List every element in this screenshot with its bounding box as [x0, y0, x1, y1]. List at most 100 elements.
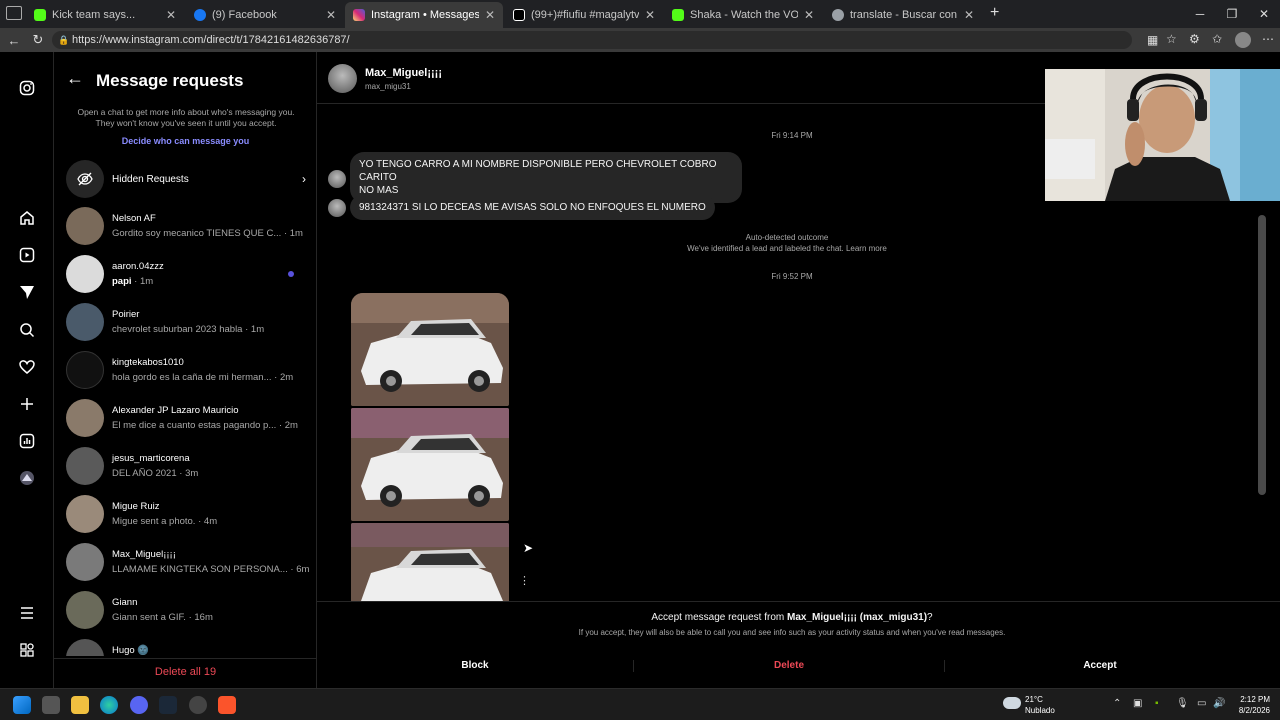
back-arrow-icon[interactable]: ←	[66, 68, 84, 89]
request-item[interactable]: Migue Ruiz Migue sent a photo. · 4m	[66, 492, 306, 536]
chat-scrollbar[interactable]	[1258, 215, 1266, 495]
request-item[interactable]: jesus_marticorena DEL AÑO 2021 · 3m	[66, 444, 306, 488]
chat-name[interactable]: Max_Miguel¡¡¡¡	[365, 67, 442, 79]
request-name: Hugo 🌚	[112, 645, 150, 656]
clock[interactable]: 2:12 PM 8/2/2026	[1230, 694, 1270, 716]
nvidia-icon[interactable]: ▪	[1155, 698, 1159, 709]
accept-button[interactable]: Accept	[945, 654, 1255, 678]
message-requests-panel: ← Message requests Open a chat to get mo…	[54, 52, 317, 688]
request-item[interactable]: Alexander JP Lazaro Mauricio El me dice …	[66, 396, 306, 440]
photo-message[interactable]	[351, 523, 509, 601]
extensions-icon[interactable]: ⚙	[1189, 32, 1200, 46]
lock-icon: 🔒	[58, 35, 70, 45]
close-window-icon[interactable]: ✕	[1248, 0, 1280, 28]
profile-avatar[interactable]	[1235, 32, 1251, 48]
tab-facebook[interactable]: (9) Facebook ✕	[186, 2, 344, 28]
menu-icon[interactable]	[17, 603, 37, 623]
tab-tiktok[interactable]: (99+)#fiufiu #magalytvlafirme #k ✕	[505, 2, 663, 28]
tiktok-favicon-icon	[513, 9, 525, 21]
steam-icon[interactable]	[159, 696, 177, 714]
tab-instagram[interactable]: Instagram • Messages ✕	[345, 2, 503, 28]
close-tab-icon[interactable]: ✕	[645, 8, 655, 22]
chevron-up-icon[interactable]: ⌃	[1113, 698, 1121, 709]
avatar[interactable]	[328, 64, 357, 93]
close-tab-icon[interactable]: ✕	[485, 8, 495, 22]
discord-icon[interactable]	[130, 696, 148, 714]
more-options-icon[interactable]: ⋯	[1262, 32, 1274, 46]
photo-message[interactable]	[351, 408, 509, 521]
close-tab-icon[interactable]: ✕	[166, 8, 176, 22]
tab-google[interactable]: translate - Buscar con Google ✕	[824, 2, 982, 28]
chat-username: max_migu31	[365, 82, 411, 91]
task-view-icon[interactable]	[42, 696, 60, 714]
decide-who-can-message-link[interactable]: Decide who can message you	[54, 136, 317, 146]
favorites-icon[interactable]: ✩	[1212, 32, 1222, 46]
file-explorer-icon[interactable]	[71, 696, 89, 714]
windows-taskbar: 21°C Nublado ⌃ ▣ ▪ 🎙 ▭ 🔊 2:12 PM 8/2/202…	[0, 688, 1280, 720]
request-item[interactable]: Poirier chevrolet suburban 2023 habla · …	[66, 300, 306, 344]
request-name: Nelson AF	[112, 213, 156, 224]
heart-icon[interactable]	[17, 357, 37, 377]
microphone-icon[interactable]: 🎙	[1176, 698, 1189, 709]
block-button[interactable]: Block	[317, 654, 633, 678]
instagram-logo-icon[interactable]	[17, 78, 37, 98]
delete-button[interactable]: Delete	[634, 654, 944, 678]
minimize-icon[interactable]: ─	[1184, 0, 1216, 28]
split-screen-icon[interactable]: ▦	[1147, 33, 1158, 47]
network-icon[interactable]: ▭	[1197, 698, 1206, 709]
request-preview: LLAMAME KINGTEKA SON PERSONA... · 6m	[112, 564, 310, 575]
create-icon[interactable]	[17, 394, 37, 414]
tray-app-icon[interactable]: ▣	[1133, 698, 1142, 709]
avatar	[66, 351, 104, 389]
request-preview: Gordito soy mecanico TIENES QUE C... · 1…	[112, 228, 303, 239]
back-icon[interactable]: ←	[2, 33, 26, 48]
request-item[interactable]: Hugo 🌚	[66, 636, 306, 656]
refresh-icon[interactable]: ↻	[26, 32, 50, 48]
page-title: Message requests	[96, 71, 244, 90]
auto-detected-title: Auto-detected outcome	[745, 233, 829, 242]
photo-message[interactable]	[351, 293, 509, 406]
tab-actions-icon[interactable]	[6, 6, 22, 20]
request-item[interactable]: aaron.04zzz papi · 1m	[66, 252, 306, 296]
delete-all-button[interactable]: Delete all 19	[54, 658, 317, 688]
request-name: aaron.04zzz	[112, 261, 164, 272]
new-tab-button[interactable]: +	[990, 4, 999, 22]
request-item[interactable]: Max_Miguel¡¡¡¡ LLAMAME KINGTEKA SON PERS…	[66, 540, 310, 584]
kick-favicon-icon	[34, 9, 46, 21]
tab-kick[interactable]: Kick team says... ✕	[26, 2, 184, 28]
also-from-meta-icon[interactable]	[17, 640, 37, 660]
google-favicon-icon	[832, 9, 844, 21]
volume-icon[interactable]: 🔊	[1213, 698, 1225, 709]
weather-widget[interactable]: 21°C Nublado	[1025, 694, 1055, 716]
close-tab-icon[interactable]: ✕	[964, 8, 974, 22]
chevron-right-icon: ›	[302, 172, 306, 186]
tab-kick-vod[interactable]: Shaka - Watch the VOD on Kick ✕	[664, 2, 822, 28]
request-item[interactable]: Giann Giann sent a GIF. · 16m	[66, 588, 306, 632]
favorite-star-icon[interactable]: ☆	[1166, 32, 1177, 46]
profile-avatar-icon[interactable]	[17, 468, 37, 488]
instagram-nav-rail	[0, 52, 54, 688]
edge-browser-icon[interactable]	[100, 696, 118, 714]
address-bar-row: ← ↻ 🔒 https://www.instagram.com/direct/t…	[0, 28, 1280, 52]
request-item[interactable]: Nelson AF Gordito soy mecanico TIENES QU…	[66, 204, 306, 248]
restore-icon[interactable]: ❐	[1216, 0, 1248, 28]
reels-icon[interactable]	[17, 245, 37, 265]
message-bubble[interactable]: 981324371 SI LO DECEAS ME AVISAS SOLO NO…	[350, 195, 715, 220]
url-field[interactable]: 🔒 https://www.instagram.com/direct/t/178…	[52, 31, 1132, 49]
close-tab-icon[interactable]: ✕	[326, 8, 336, 22]
messages-icon[interactable]	[17, 282, 37, 302]
home-icon[interactable]	[17, 208, 37, 228]
request-name: Migue Ruiz	[112, 501, 160, 512]
brave-icon[interactable]	[218, 696, 236, 714]
windows-start-icon[interactable]	[13, 696, 31, 714]
dashboard-icon[interactable]	[17, 431, 37, 451]
auto-detected-text[interactable]: We've identified a lead and labeled the …	[317, 243, 1257, 254]
search-icon[interactable]	[17, 320, 37, 340]
close-tab-icon[interactable]: ✕	[804, 8, 814, 22]
hidden-requests-row[interactable]: Hidden Requests ›	[66, 159, 306, 199]
mouse-cursor-icon: ➤	[523, 541, 534, 555]
request-item[interactable]: kingtekabos1010 hola gordo es la caña de…	[66, 348, 306, 392]
more-options-icon[interactable]: ⋮	[519, 574, 530, 587]
obs-icon[interactable]	[189, 696, 207, 714]
avatar	[66, 495, 104, 533]
